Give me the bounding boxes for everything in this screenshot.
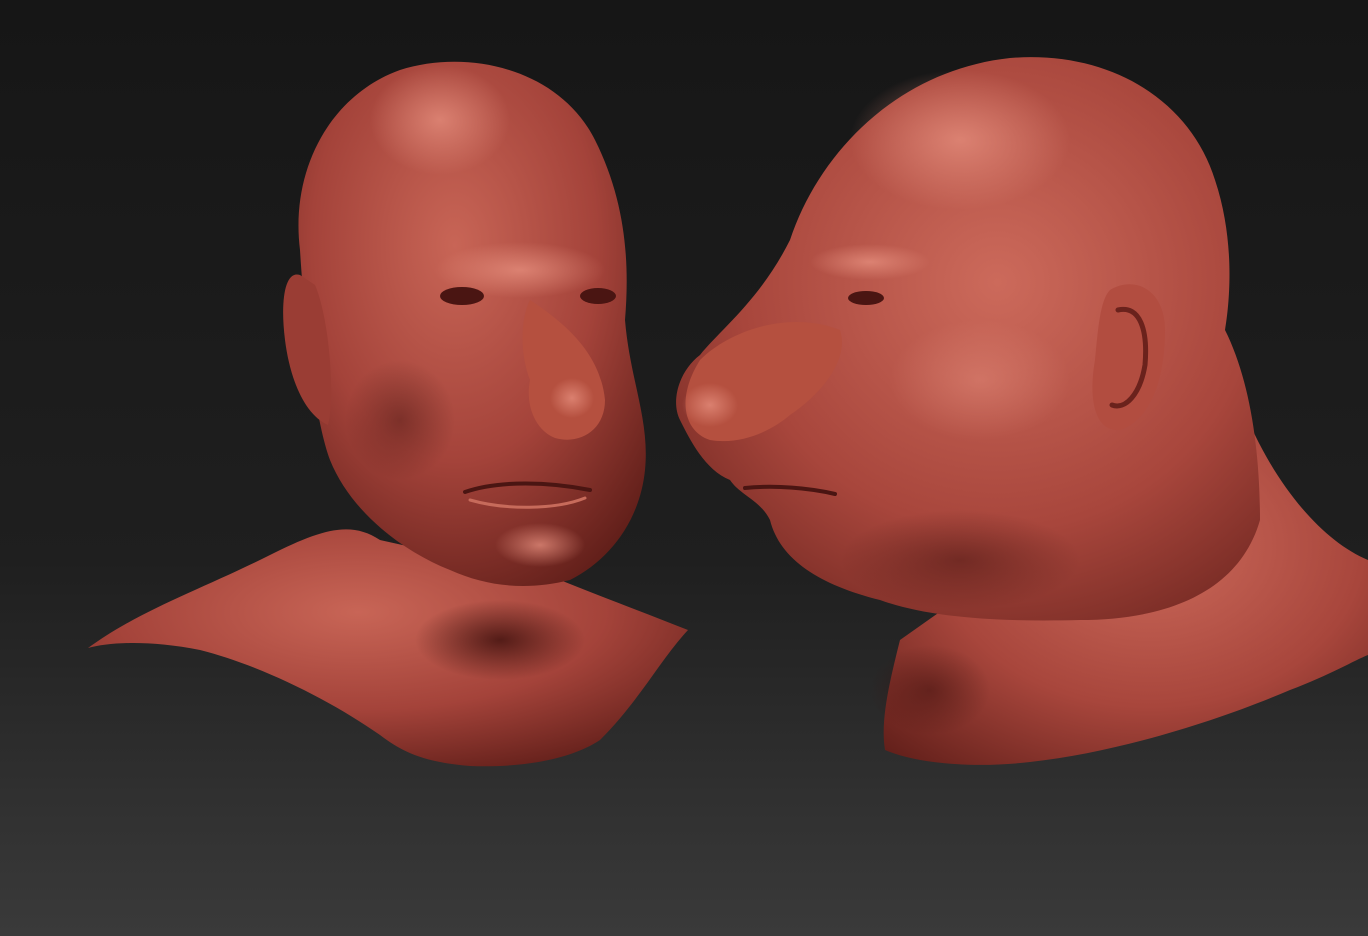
viewport <box>0 0 1368 936</box>
front-shoulders <box>88 529 688 767</box>
sculpt-views <box>88 57 1368 767</box>
front-right-eye <box>580 288 616 304</box>
front-left-eye <box>440 287 484 305</box>
side-eye <box>848 291 884 305</box>
sculpt-side-view <box>676 57 1368 765</box>
sculpt-front-view <box>88 61 688 767</box>
